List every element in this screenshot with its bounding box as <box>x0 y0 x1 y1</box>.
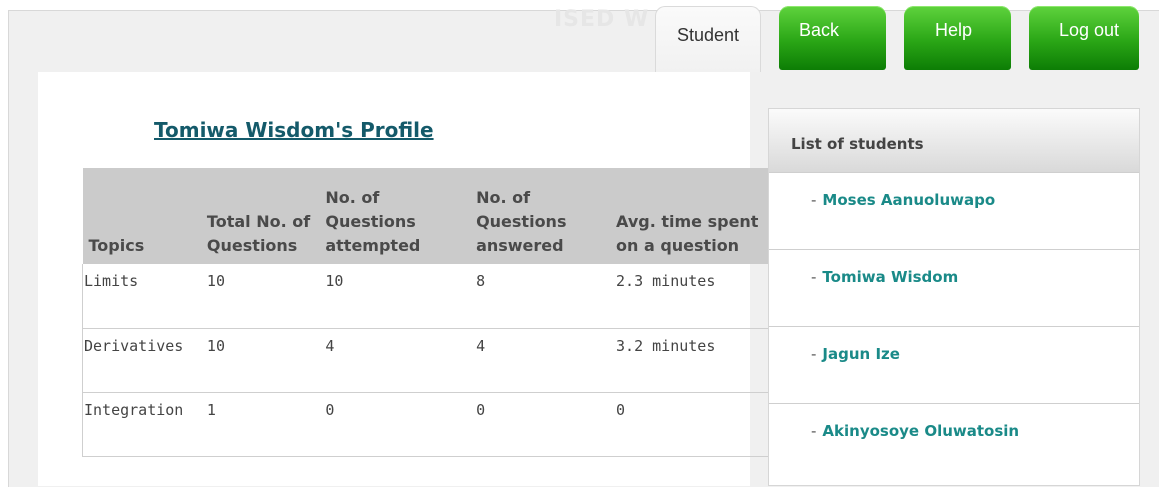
cell-topic: Limits <box>82 264 201 329</box>
student-list-header: List of students <box>769 109 1139 173</box>
cell-answered: 8 <box>470 264 611 329</box>
student-name[interactable]: Tomiwa Wisdom <box>822 268 958 286</box>
cell-topic: Integration <box>82 392 201 457</box>
student-name[interactable]: Moses Aanuoluwapo <box>822 191 995 209</box>
student-name[interactable]: Jagun Ize <box>822 345 900 363</box>
cell-topic: Derivatives <box>82 328 201 393</box>
cell-answered: 0 <box>470 392 611 457</box>
cell-attempted: 4 <box>319 328 471 393</box>
cell-attempted: 0 <box>319 392 471 457</box>
cell-attempted: 10 <box>319 264 471 329</box>
tab-student[interactable]: Student <box>655 6 761 72</box>
header-questions-answered: No. of Questions answered <box>470 168 611 264</box>
list-dash: - <box>811 268 817 286</box>
table-row: Limits 10 10 8 2.3 minutes <box>82 264 772 329</box>
profile-stats-table: Topics Total No. of Questions No. of Que… <box>82 168 772 457</box>
student-name[interactable]: Akinyosoye Oluwatosin <box>822 422 1019 440</box>
student-list-panel: List of students - Moses Aanuoluwapo - Tom… <box>768 108 1140 486</box>
table-row: Integration 1 0 0 0 <box>82 392 772 457</box>
cell-total: 10 <box>200 264 320 329</box>
list-dash: - <box>811 422 817 440</box>
help-button[interactable]: Help <box>904 6 1011 70</box>
cell-total: 1 <box>200 392 320 457</box>
cell-total: 10 <box>200 328 320 393</box>
back-button[interactable]: Back <box>779 6 886 70</box>
header-questions-attempted: No. of Questions attempted <box>319 168 471 264</box>
list-dash: - <box>811 191 817 209</box>
watermark-text: ISED W <box>554 7 650 32</box>
student-link-moses-aanuoluwapo[interactable]: - Moses Aanuoluwapo <box>769 173 1139 250</box>
cell-answered: 4 <box>470 328 611 393</box>
logout-button[interactable]: Log out <box>1029 6 1139 70</box>
header-avg-time: Avg. time spent on a question <box>610 168 772 264</box>
table-row: Derivatives 10 4 4 3.2 minutes <box>82 328 772 393</box>
header-total-questions: Total No. of Questions <box>200 168 320 264</box>
table-header-row: Topics Total No. of Questions No. of Que… <box>82 168 772 264</box>
profile-panel: Tomiwa Wisdom's Profile Topics Total No.… <box>38 72 772 486</box>
cell-avg-time: 3.2 minutes <box>610 328 772 393</box>
student-link-tomiwa-wisdom[interactable]: - Tomiwa Wisdom <box>769 250 1139 327</box>
cell-avg-time: 0 <box>610 392 772 457</box>
student-link-akinyosoye-oluwatosin[interactable]: - Akinyosoye Oluwatosin <box>769 404 1139 481</box>
cell-avg-time: 2.3 minutes <box>610 264 772 329</box>
list-dash: - <box>811 345 817 363</box>
profile-title: Tomiwa Wisdom's Profile <box>154 118 434 142</box>
header-topics: Topics <box>82 168 201 264</box>
student-link-jagun-ize[interactable]: - Jagun Ize <box>769 327 1139 404</box>
